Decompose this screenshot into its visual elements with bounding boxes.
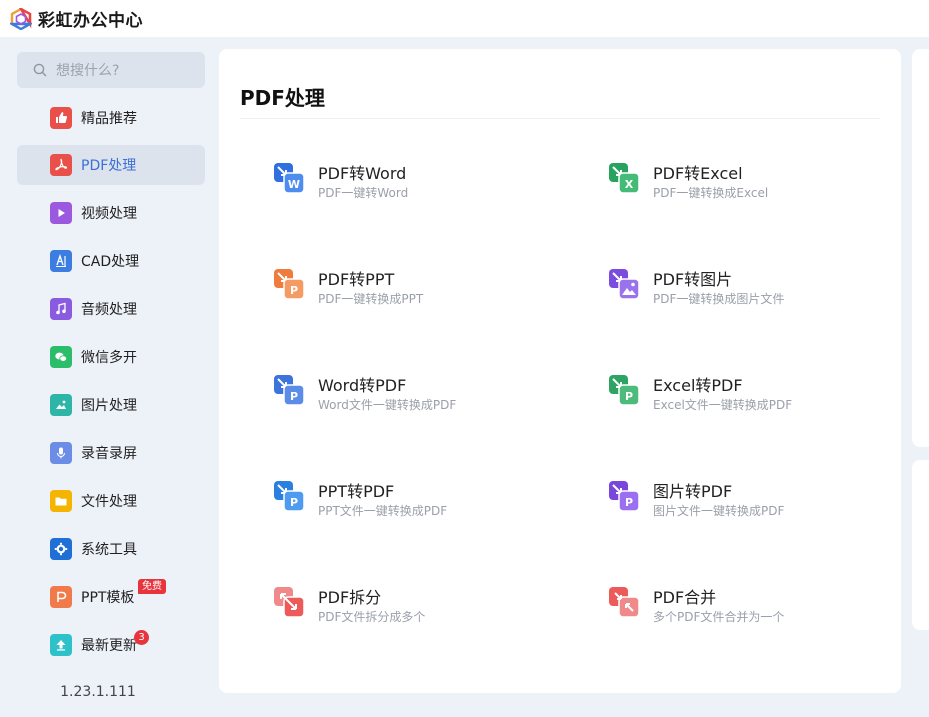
search-icon	[33, 63, 47, 77]
sidebar-item-cad[interactable]: CAD处理	[17, 241, 205, 281]
sidebar-item-label: 视频处理	[81, 206, 137, 222]
tool-pdf-to-image[interactable]: PDF转图片 PDF一键转换成图片文件	[608, 266, 908, 316]
svg-text:X: X	[625, 178, 634, 191]
music-icon	[50, 298, 72, 320]
sidebar: 想搜什么? 精品推荐 PDF处理 视频处理 CAD处理 音频处理 微信多开 图片…	[0, 37, 219, 717]
tool-desc: PPT文件一键转换成PDF	[318, 504, 448, 518]
svg-text:P: P	[625, 390, 633, 403]
gear-icon	[50, 538, 72, 560]
ppt-to-pdf-icon: P	[273, 480, 305, 512]
image-to-pdf-icon: P	[608, 480, 640, 512]
thumbs-up-icon	[50, 107, 72, 129]
tool-desc: PDF一键转换成图片文件	[653, 292, 785, 306]
sidebar-item-system[interactable]: 系统工具	[17, 529, 205, 569]
tool-image-to-pdf[interactable]: P 图片转PDF 图片文件一键转换成PDF	[608, 478, 908, 528]
svg-text:P: P	[625, 496, 633, 509]
excel-to-pdf-icon: P	[608, 374, 640, 406]
sidebar-item-file[interactable]: 文件处理	[17, 481, 205, 521]
pdf-to-word-icon: W	[273, 162, 305, 194]
rainbow-logo-icon	[10, 7, 32, 30]
svg-text:P: P	[290, 284, 298, 297]
word-to-pdf-icon: P	[273, 374, 305, 406]
microphone-icon	[50, 442, 72, 464]
sidebar-item-label: PDF处理	[81, 158, 137, 174]
pdf-to-excel-icon: X	[608, 162, 640, 194]
cad-icon	[50, 250, 72, 272]
tool-name: PDF合并	[653, 588, 717, 607]
pdf-split-icon	[273, 586, 305, 618]
search-input[interactable]: 想搜什么?	[17, 52, 205, 88]
tool-desc: 图片文件一键转换成PDF	[653, 504, 785, 518]
right-side-card	[912, 49, 929, 447]
svg-text:P: P	[290, 496, 298, 509]
tool-pdf-merge[interactable]: PDF合并 多个PDF文件合并为一个	[608, 584, 908, 634]
sidebar-item-label: 录音录屏	[81, 446, 137, 462]
tool-name: Excel转PDF	[653, 376, 743, 395]
tool-excel-to-pdf[interactable]: P Excel转PDF Excel文件一键转换成PDF	[608, 372, 908, 422]
sidebar-item-pdf[interactable]: PDF处理	[17, 145, 205, 185]
sidebar-item-label: PPT模板	[81, 590, 135, 606]
tool-pdf-to-word[interactable]: W PDF转Word PDF一键转Word	[273, 160, 573, 210]
app-title: 彩虹办公中心	[38, 11, 143, 31]
free-badge: 免费	[138, 579, 166, 594]
pdf-to-ppt-icon: P	[273, 268, 305, 300]
tool-name: PDF转Word	[318, 164, 407, 183]
sidebar-item-label: 系统工具	[81, 542, 137, 558]
tool-desc: Excel文件一键转换成PDF	[653, 398, 793, 412]
tool-pdf-to-excel[interactable]: X PDF转Excel PDF一键转换成Excel	[608, 160, 908, 210]
tool-ppt-to-pdf[interactable]: P PPT转PDF PPT文件一键转换成PDF	[273, 478, 573, 528]
svg-text:W: W	[288, 178, 300, 191]
image-icon	[50, 394, 72, 416]
tool-name: PDF转图片	[653, 270, 733, 289]
sidebar-item-label: 精品推荐	[81, 111, 137, 127]
search-placeholder: 想搜什么?	[56, 63, 120, 79]
tool-name: PDF拆分	[318, 588, 382, 607]
sidebar-item-ppt-template[interactable]: PPT模板 免费	[17, 577, 205, 617]
folder-icon	[50, 490, 72, 512]
sidebar-item-updates[interactable]: 最新更新 3	[17, 625, 205, 665]
tool-desc: PDF文件拆分成多个	[318, 610, 426, 624]
wechat-icon	[50, 346, 72, 368]
tool-pdf-split[interactable]: PDF拆分 PDF文件拆分成多个	[273, 584, 573, 634]
pdf-to-image-icon	[608, 268, 640, 300]
title-bar: 彩虹办公中心	[0, 0, 929, 37]
sidebar-item-label: CAD处理	[81, 254, 140, 270]
sidebar-item-label: 图片处理	[81, 398, 137, 414]
upload-icon	[50, 634, 72, 656]
tool-name: PDF转Excel	[653, 164, 743, 183]
sidebar-item-wechat[interactable]: 微信多开	[17, 337, 205, 377]
sidebar-item-label: 文件处理	[81, 494, 137, 510]
pdf-icon	[50, 154, 72, 176]
tool-word-to-pdf[interactable]: P Word转PDF Word文件一键转换成PDF	[273, 372, 573, 422]
sidebar-item-label: 最新更新	[81, 638, 137, 654]
sidebar-item-recommended[interactable]: 精品推荐	[17, 98, 205, 138]
sidebar-item-label: 音频处理	[81, 302, 137, 318]
tool-desc: PDF一键转Word	[318, 186, 409, 200]
play-icon	[50, 202, 72, 224]
tool-pdf-to-ppt[interactable]: P PDF转PPT PDF一键转换成PPT	[273, 266, 573, 316]
tool-desc: 多个PDF文件合并为一个	[653, 610, 785, 624]
tool-name: PDF转PPT	[318, 270, 395, 289]
sidebar-item-image[interactable]: 图片处理	[17, 385, 205, 425]
right-side-card	[912, 460, 929, 630]
svg-text:P: P	[290, 390, 298, 403]
tool-name: Word转PDF	[318, 376, 407, 395]
tool-name: 图片转PDF	[653, 482, 733, 501]
tool-desc: PDF一键转换成PPT	[318, 292, 424, 306]
tool-desc: Word文件一键转换成PDF	[318, 398, 457, 412]
main-panel: PDF处理 W PDF转Word PDF一键转Word X PDF转Excel …	[219, 49, 901, 693]
sidebar-item-record[interactable]: 录音录屏	[17, 433, 205, 473]
ppt-icon	[50, 586, 72, 608]
pdf-merge-icon	[608, 586, 640, 618]
version-label: 1.23.1.111	[60, 684, 136, 700]
sidebar-item-audio[interactable]: 音频处理	[17, 289, 205, 329]
divider	[240, 118, 880, 119]
tool-name: PPT转PDF	[318, 482, 395, 501]
update-count-badge: 3	[134, 630, 149, 645]
tool-desc: PDF一键转换成Excel	[653, 186, 769, 200]
page-title: PDF处理	[240, 86, 325, 110]
sidebar-item-label: 微信多开	[81, 350, 137, 366]
sidebar-item-video[interactable]: 视频处理	[17, 193, 205, 233]
